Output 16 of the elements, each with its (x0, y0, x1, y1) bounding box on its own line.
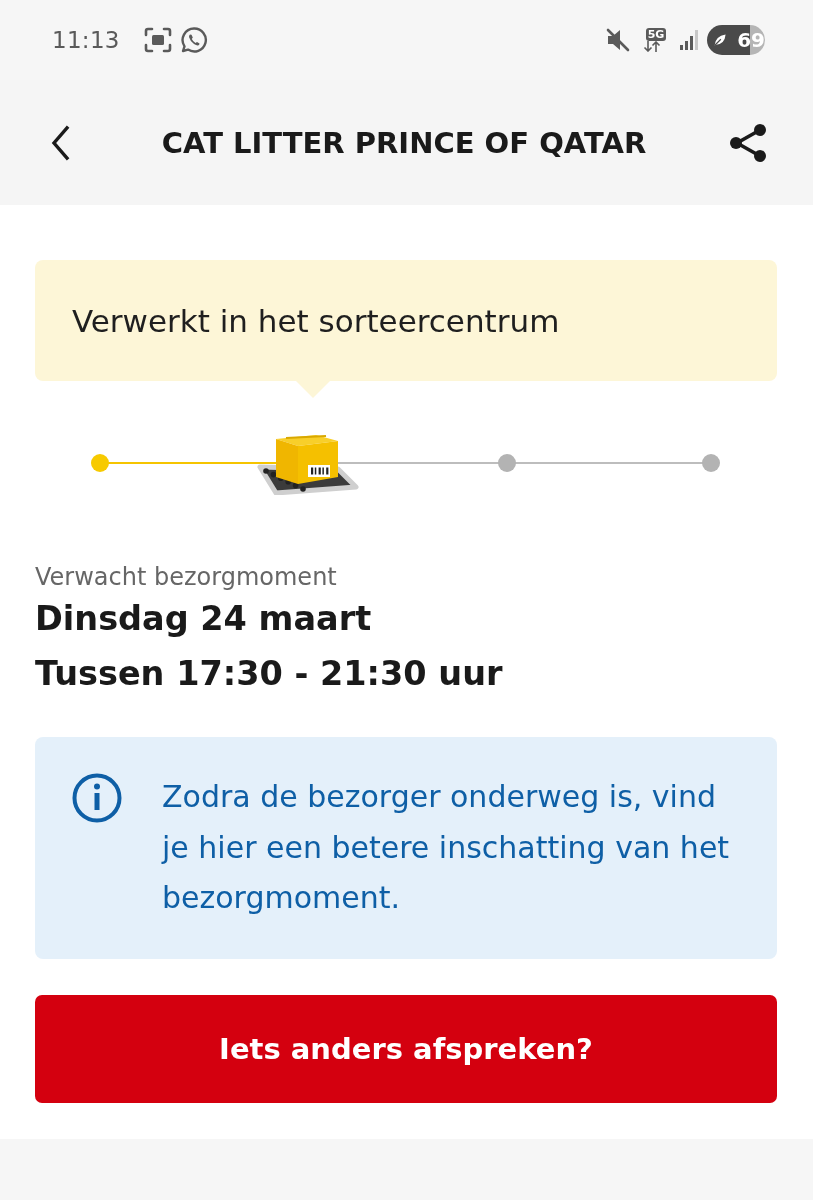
reschedule-button[interactable]: Iets anders afspreken? (35, 994, 777, 1103)
status-text: Verwerkt in het sorteercentrum (72, 302, 560, 339)
delivery-date: Dinsdag 24 maart (35, 598, 373, 640)
share-button[interactable] (728, 122, 768, 163)
network-type-label: 5G (645, 28, 667, 41)
signal-icon (679, 29, 699, 51)
screenshot-icon (143, 27, 172, 53)
header-title: CAT LITTER PRINCE OF QATAR (160, 125, 648, 160)
status-time: 11:13 (52, 27, 120, 53)
mute-icon (605, 27, 631, 53)
info-text: Zodra de bezorger onderweg is, vind je hier een betere inschatting van het bezorgmoment. (162, 778, 731, 917)
chat-app-icon (179, 26, 208, 54)
data-arrows-icon (643, 41, 661, 52)
delivery-label: Verwacht bezorgmoment (35, 563, 338, 591)
info-icon (72, 773, 122, 823)
delivery-time-window: Tussen 17:30 - 21:30 uur (35, 646, 777, 701)
